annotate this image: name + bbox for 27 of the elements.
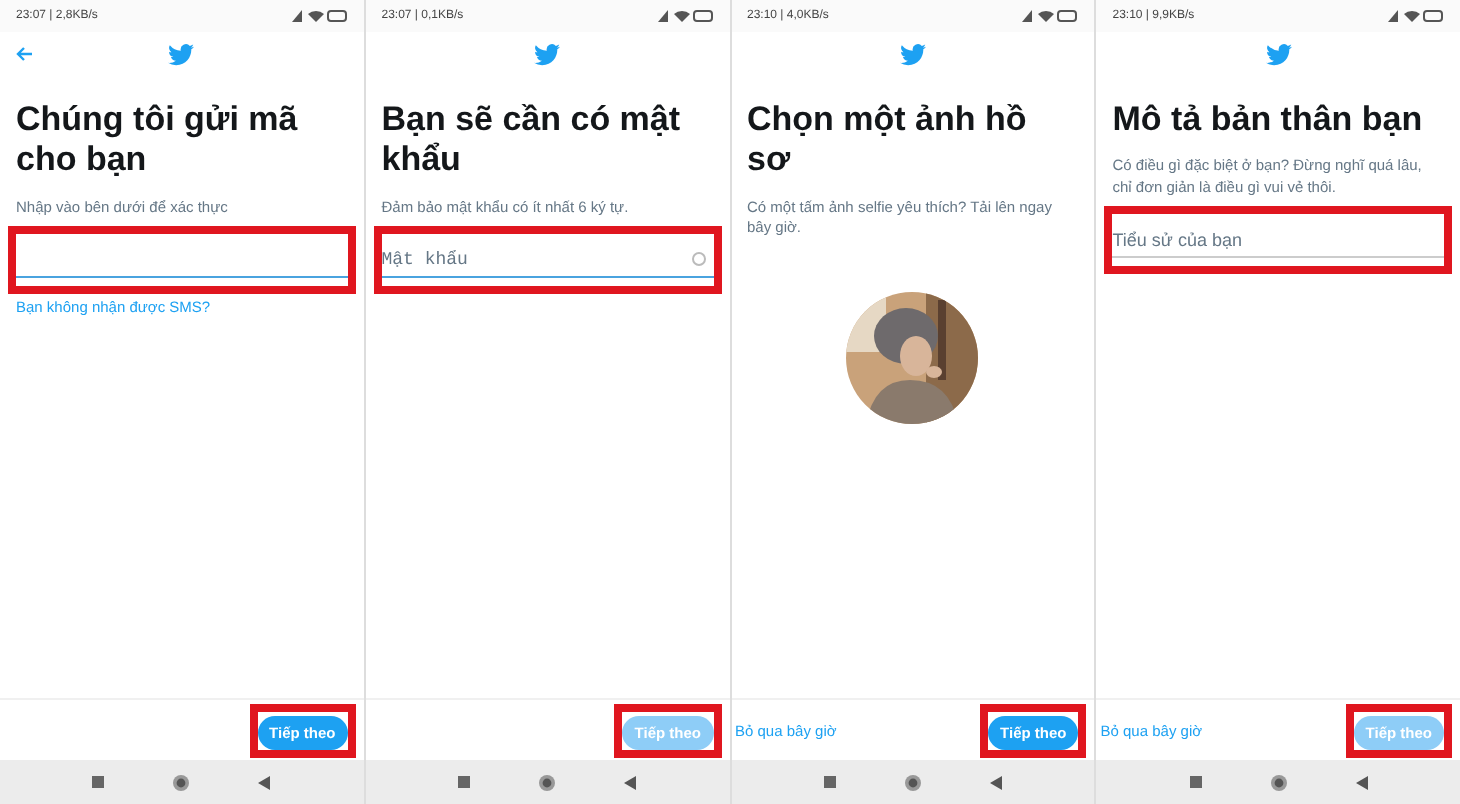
back-icon[interactable] xyxy=(1355,775,1368,789)
back-arrow-icon[interactable] xyxy=(16,46,34,62)
page-title: Bạn sẽ cần có mật khẩu xyxy=(381,100,683,182)
home-icon[interactable] xyxy=(538,773,557,791)
password-field[interactable]: Mật khẩu xyxy=(381,242,713,279)
page-title: Mô tả bản thân bạn xyxy=(1112,100,1425,141)
back-icon[interactable] xyxy=(989,775,1002,789)
bird-logo-icon xyxy=(1265,43,1292,65)
home-icon[interactable] xyxy=(172,773,191,791)
signal-wifi-battery-icon xyxy=(291,8,348,24)
recents-icon[interactable] xyxy=(92,776,105,788)
signal-wifi-battery-icon xyxy=(1388,8,1444,24)
bird-logo-icon xyxy=(168,43,195,65)
signal-wifi-battery-icon xyxy=(657,8,713,24)
signal-wifi-battery-icon xyxy=(1022,8,1079,24)
bird-logo-icon xyxy=(534,43,561,65)
home-icon[interactable] xyxy=(1269,773,1288,791)
page-title: Chúng tôi gửi mã cho bạn xyxy=(16,100,300,182)
recents-icon[interactable] xyxy=(823,776,836,788)
back-icon[interactable] xyxy=(624,775,637,789)
recents-icon[interactable] xyxy=(1189,776,1202,788)
back-icon[interactable] xyxy=(258,775,271,789)
bio-field[interactable]: Tiểu sử của bạn xyxy=(1112,222,1444,259)
bird-logo-icon xyxy=(899,43,926,65)
home-icon[interactable] xyxy=(903,773,922,791)
page-title: Chọn một ảnh hồ sơ xyxy=(747,100,1029,182)
recents-icon[interactable] xyxy=(458,776,471,788)
